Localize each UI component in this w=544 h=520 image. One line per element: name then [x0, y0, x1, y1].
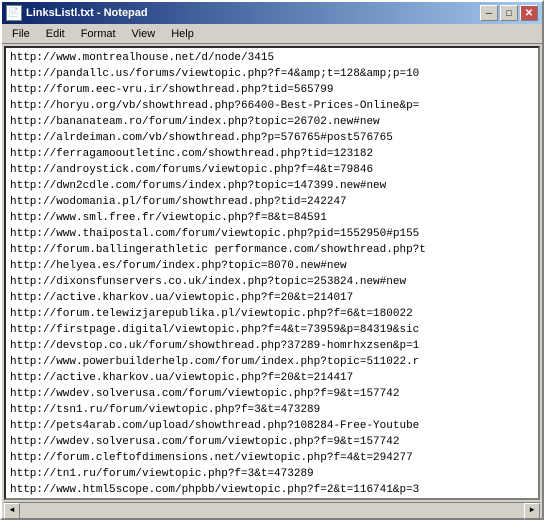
- menu-bar: File Edit Format View Help: [2, 24, 542, 44]
- text-line: http://androystick.com/forums/viewtopic.…: [10, 162, 534, 178]
- window-title: LinksListl.txt - Notepad: [26, 7, 148, 19]
- menu-help[interactable]: Help: [163, 24, 202, 43]
- menu-edit[interactable]: Edit: [38, 24, 73, 43]
- menu-view[interactable]: View: [124, 24, 164, 43]
- text-line: http://wodomania.pl/forum/showthread.php…: [10, 194, 534, 210]
- text-line: http://forum.ballingerathletic performan…: [10, 242, 534, 258]
- text-line: http://www.sml.free.fr/viewtopic.php?f=8…: [10, 210, 534, 226]
- minimize-button[interactable]: ─: [480, 5, 498, 21]
- title-bar-left: 📄 LinksListl.txt - Notepad: [6, 5, 148, 21]
- text-line: http://pandallc.us/forums/viewtopic.php?…: [10, 66, 534, 82]
- text-line: http://www.powerbuilderhelp.com/forum/in…: [10, 354, 534, 370]
- text-line: http://devstop.co.uk/forum/showthread.ph…: [10, 338, 534, 354]
- text-line: http://ferragamooutletinc.com/showthread…: [10, 146, 534, 162]
- title-buttons: ─ □ ✕: [480, 5, 538, 21]
- text-editor[interactable]: http://www.montrealhouse.net/d/node/3415…: [6, 48, 538, 498]
- text-line: http://dwn2cdle.com/forums/index.php?top…: [10, 178, 534, 194]
- text-line: http://tsn1.ru/forum/viewtopic.php?f=3&t…: [10, 402, 534, 418]
- text-line: http://tn1.ru/forum/viewtopic.php?f=3&t=…: [10, 466, 534, 482]
- text-line: http://dixonsfunservers.co.uk/index.php?…: [10, 274, 534, 290]
- text-line: http://active.kharkov.ua/viewtopic.php?f…: [10, 370, 534, 386]
- text-line: http://pets4arab.com/upload/showthread.p…: [10, 418, 534, 434]
- window: 📄 LinksListl.txt - Notepad ─ □ ✕ File Ed…: [0, 0, 544, 520]
- text-line: http://wwdev.solverusa.com/forum/viewtop…: [10, 434, 534, 450]
- scroll-right-button[interactable]: ►: [524, 503, 540, 519]
- title-bar: 📄 LinksListl.txt - Notepad ─ □ ✕: [2, 2, 542, 24]
- scroll-track[interactable]: [20, 503, 524, 518]
- text-line: http://alrdeiman.com/vb/showthread.php?p…: [10, 130, 534, 146]
- horizontal-scrollbar[interactable]: ◄ ►: [4, 502, 540, 518]
- text-line: http://helyea.es/forum/index.php?topic=8…: [10, 258, 534, 274]
- content-wrapper: http://www.montrealhouse.net/d/node/3415…: [4, 46, 540, 500]
- text-line: http://www.montrealhouse.net/d/node/3415: [10, 50, 534, 66]
- menu-format[interactable]: Format: [73, 24, 124, 43]
- text-line: http://horyu.org/vb/showthread.php?66400…: [10, 98, 534, 114]
- text-line: http://www.thaipostal.com/forum/viewtopi…: [10, 226, 534, 242]
- text-line: http://bananateam.ro/forum/index.php?top…: [10, 114, 534, 130]
- text-line: http://forum.telewizjarepublika.pl/viewt…: [10, 306, 534, 322]
- close-button[interactable]: ✕: [520, 5, 538, 21]
- maximize-button[interactable]: □: [500, 5, 518, 21]
- text-line: http://firstpage.digital/viewtopic.php?f…: [10, 322, 534, 338]
- text-line: http://www.html5scope.com/phpbb/viewtopi…: [10, 482, 534, 498]
- text-line: http://wwdev.solverusa.com/forum/viewtop…: [10, 386, 534, 402]
- app-icon: 📄: [6, 5, 22, 21]
- scroll-left-button[interactable]: ◄: [4, 503, 20, 519]
- text-line: http://forum.eec-vru.ir/showthread.php?t…: [10, 82, 534, 98]
- text-line: http://forum.cleftofdimensions.net/viewt…: [10, 450, 534, 466]
- menu-file[interactable]: File: [4, 24, 38, 43]
- text-line: http://active.kharkov.ua/viewtopic.php?f…: [10, 290, 534, 306]
